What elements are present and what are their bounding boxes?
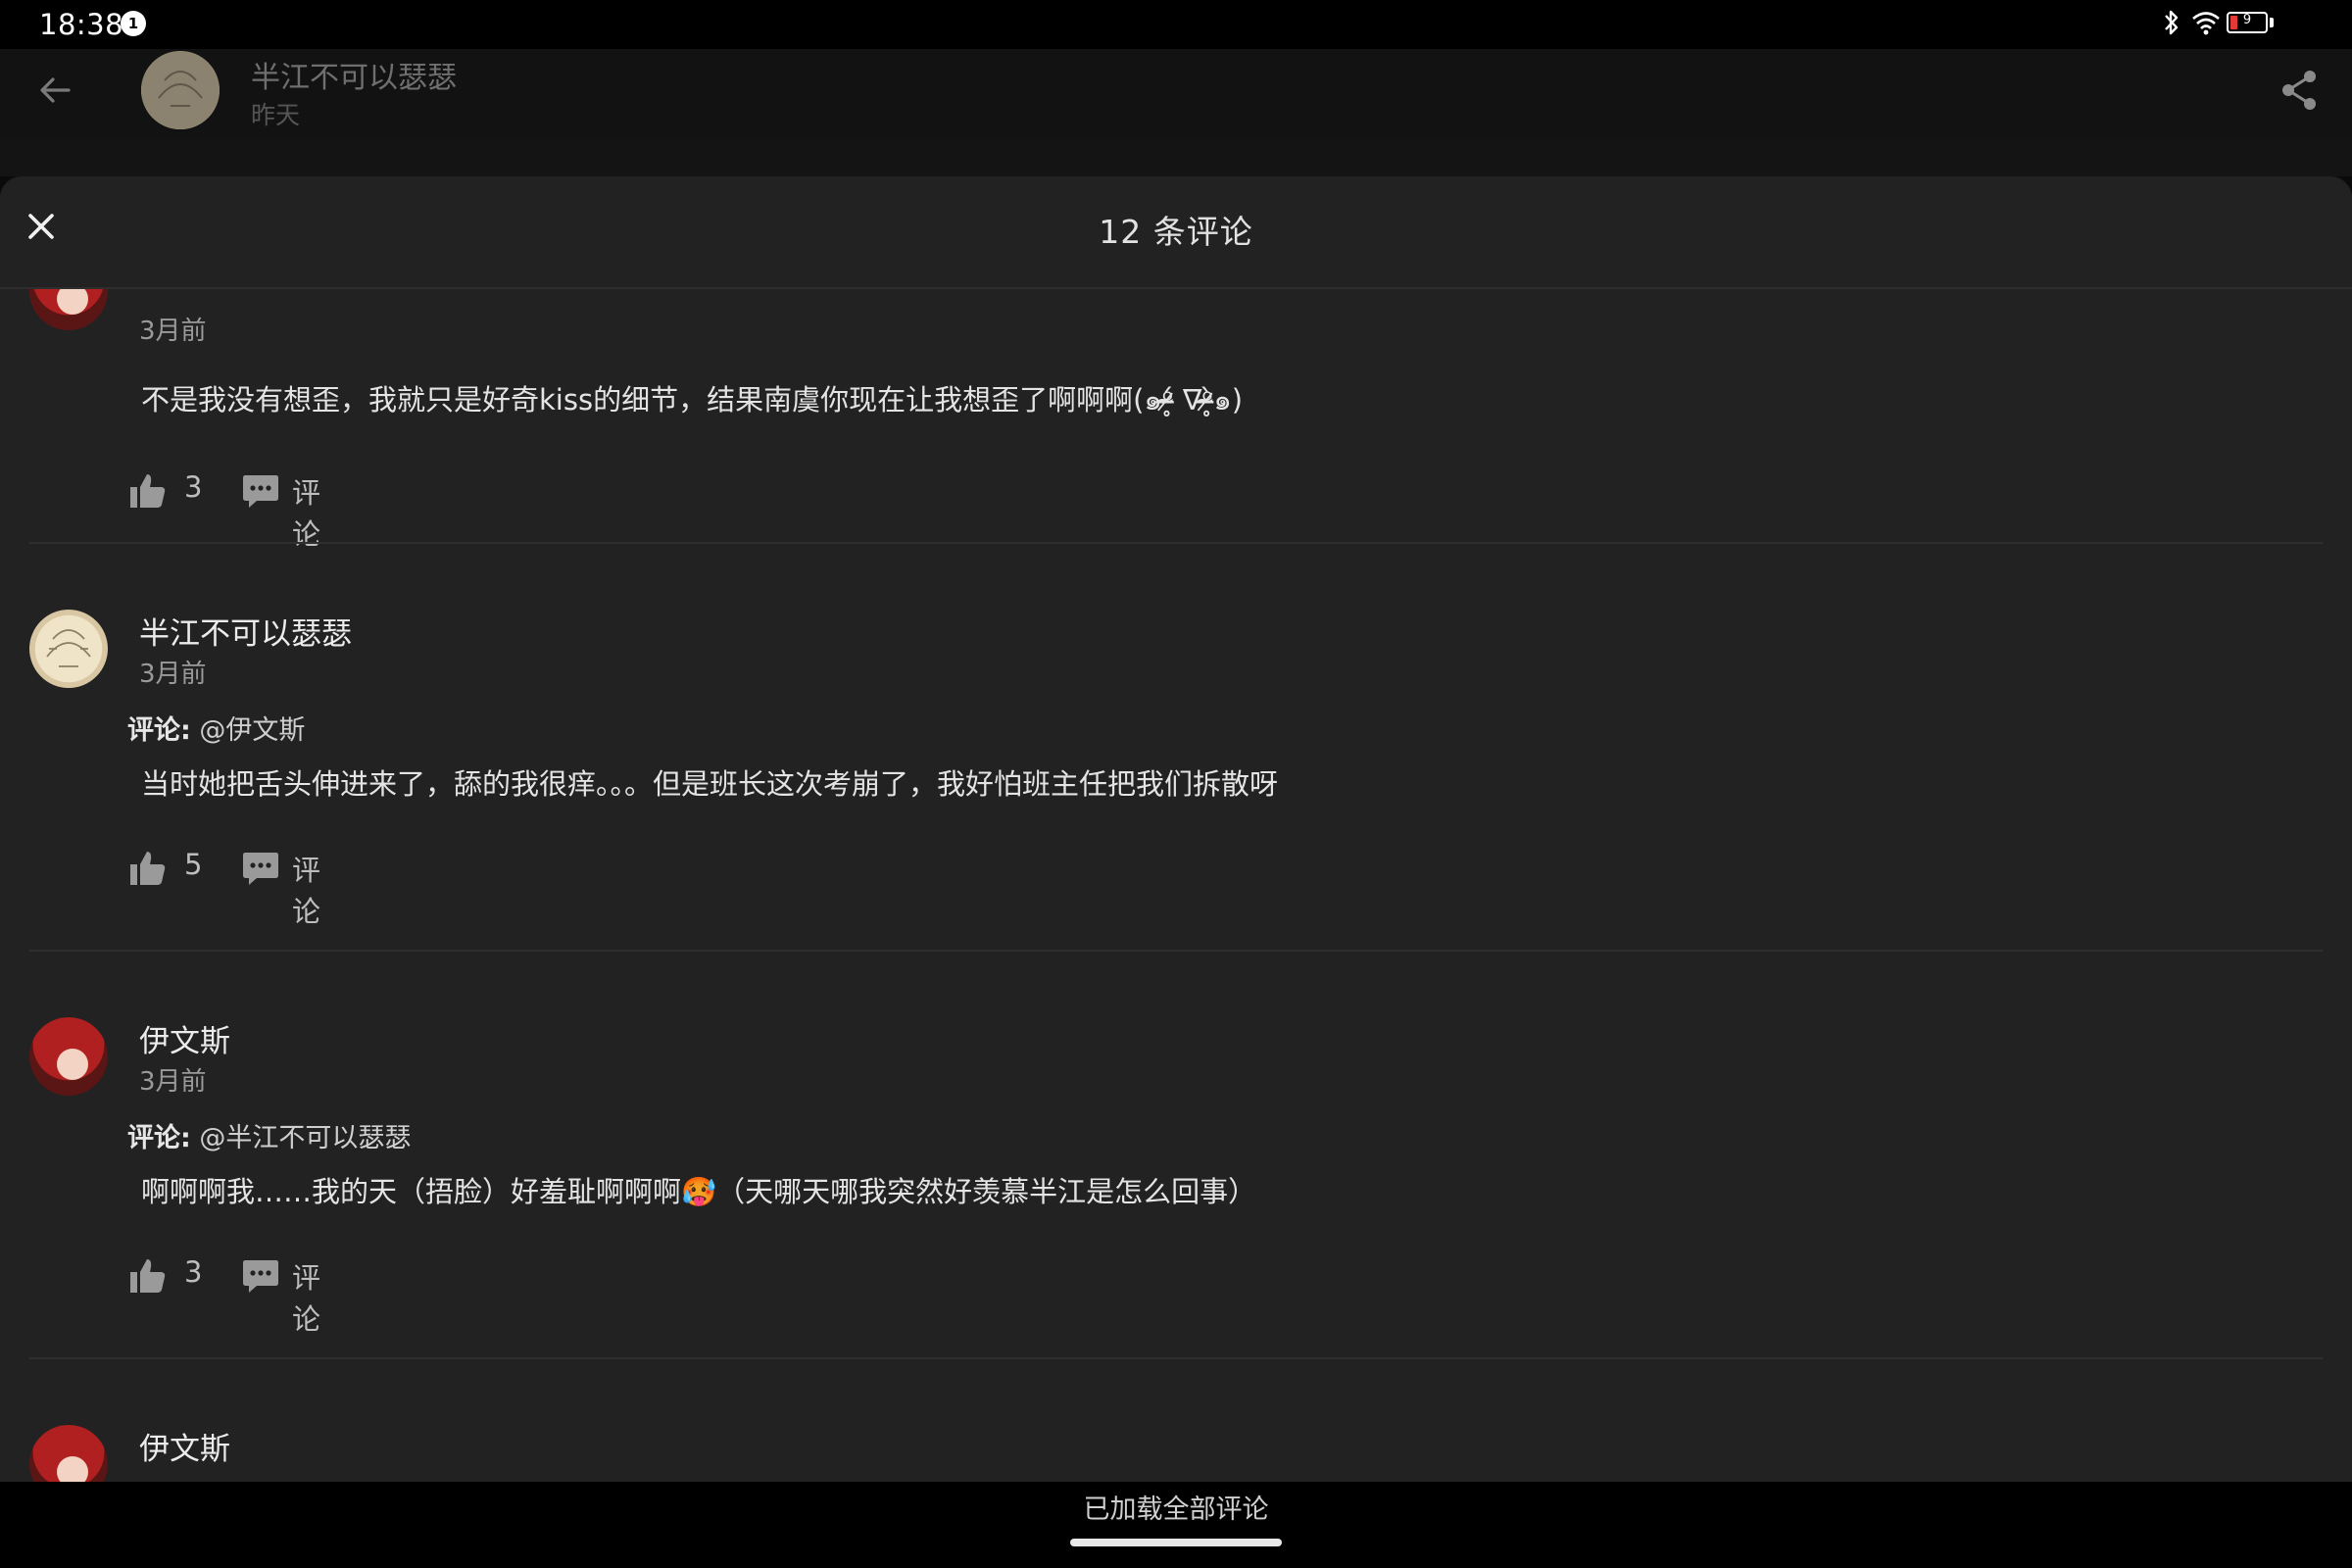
share-icon[interactable] <box>2279 69 2319 112</box>
battery-level: 9 <box>2242 13 2252 27</box>
back-arrow-icon[interactable] <box>35 71 74 110</box>
comment-avatar[interactable] <box>29 610 108 688</box>
sheet-header: 12 条评论 <box>0 176 2352 289</box>
post-content-peek <box>0 137 2352 176</box>
status-bar: 18:38 1 9 <box>0 0 2352 49</box>
notification-badge: 1 <box>121 11 146 36</box>
battery-cap <box>2270 18 2274 27</box>
reply-target: 评论: @半江不可以瑟瑟 <box>127 1116 411 1154</box>
thumbs-up-icon[interactable] <box>127 848 167 887</box>
comment-item: 伊文斯 3月前 评论: @半江不可以瑟瑟 啊啊啊我……我的天（捂脸）好羞耻啊啊啊… <box>0 991 2352 1363</box>
divider <box>29 1357 2323 1359</box>
comment-author[interactable]: 伊文斯 <box>139 1424 230 1468</box>
header-avatar[interactable] <box>141 51 220 129</box>
comment-text: 当时她把舌头伸进来了，舔的我很痒。。。但是班长这次考崩了，我好怕班主任把我们拆散… <box>141 767 1279 801</box>
comment-time: 3月前 <box>139 660 207 689</box>
thumbs-up-icon[interactable] <box>127 1255 167 1295</box>
bottom-bar: 已加载全部评论 <box>0 1482 2352 1568</box>
comment-count-title: 12 条评论 <box>1099 213 1253 251</box>
comment-item: 3月前 不是我没有想歪，我就只是好奇kiss的细节，结果南虞你现在让我想歪了啊啊… <box>0 289 2352 564</box>
comment-reply-button[interactable]: 评论 <box>292 848 320 930</box>
reply-mention[interactable]: @伊文斯 <box>199 715 305 746</box>
battery-icon: 9 <box>2227 12 2268 33</box>
reply-mention[interactable]: @半江不可以瑟瑟 <box>199 1123 411 1153</box>
comment-item: 伊文斯 <box>0 1398 2352 1482</box>
header-title: 半江不可以瑟瑟 <box>251 61 457 95</box>
wifi-icon <box>2192 12 2220 35</box>
reply-label: 评论: <box>127 715 191 746</box>
bluetooth-icon <box>2165 10 2179 35</box>
reply-label: 评论: <box>127 1123 191 1153</box>
comment-avatar[interactable] <box>29 289 108 330</box>
comment-bubble-icon[interactable] <box>241 1257 280 1295</box>
comment-time: 3月前 <box>139 1067 207 1097</box>
reply-target: 评论: @伊文斯 <box>127 709 305 747</box>
home-indicator[interactable] <box>1070 1539 1282 1546</box>
comment-reply-button[interactable]: 评论 <box>292 1255 320 1338</box>
comment-time: 3月前 <box>139 317 207 346</box>
comment-bubble-icon[interactable] <box>241 472 280 510</box>
comment-avatar[interactable] <box>29 1425 108 1482</box>
avatar-sketch-icon <box>46 629 91 667</box>
comments-sheet: 12 条评论 3月前 不是我没有想歪，我就只是好奇kiss的细节，结果南虞你现在… <box>0 176 2352 1482</box>
all-comments-loaded-text: 已加载全部评论 <box>1083 1494 1269 1525</box>
like-count: 5 <box>184 848 203 881</box>
thumbs-up-icon[interactable] <box>127 470 167 510</box>
comment-reply-button[interactable]: 评论 <box>292 470 320 553</box>
header-subtitle: 昨天 <box>251 101 301 129</box>
status-time: 18:38 <box>39 8 124 41</box>
comment-text: 啊啊啊我……我的天（捂脸）好羞耻啊啊啊🥵（天哪天哪我突然好羡慕半江是怎么回事） <box>141 1175 1257 1208</box>
screen: 18:38 1 9 半江不可以瑟瑟 昨天 12 条评论 3月前 不是我没有想歪，… <box>0 0 2352 1568</box>
comment-text: 不是我没有想歪，我就只是好奇kiss的细节，结果南虞你现在让我想歪了啊啊啊(๑ᵒ… <box>141 383 1244 416</box>
comment-list[interactable]: 3月前 不是我没有想歪，我就只是好奇kiss的细节，结果南虞你现在让我想歪了啊啊… <box>0 289 2352 1482</box>
divider <box>29 542 2323 544</box>
comment-bubble-icon[interactable] <box>241 850 280 887</box>
divider <box>29 950 2323 952</box>
avatar-sketch-icon <box>141 51 220 129</box>
like-count: 3 <box>184 1255 203 1289</box>
like-count: 3 <box>184 470 203 504</box>
comment-avatar[interactable] <box>29 1017 108 1096</box>
comment-author[interactable]: 半江不可以瑟瑟 <box>139 609 352 653</box>
comment-author[interactable]: 伊文斯 <box>139 1016 230 1060</box>
comment-item: 半江不可以瑟瑟 3月前 评论: @伊文斯 当时她把舌头伸进来了，舔的我很痒。。。… <box>0 583 2352 956</box>
